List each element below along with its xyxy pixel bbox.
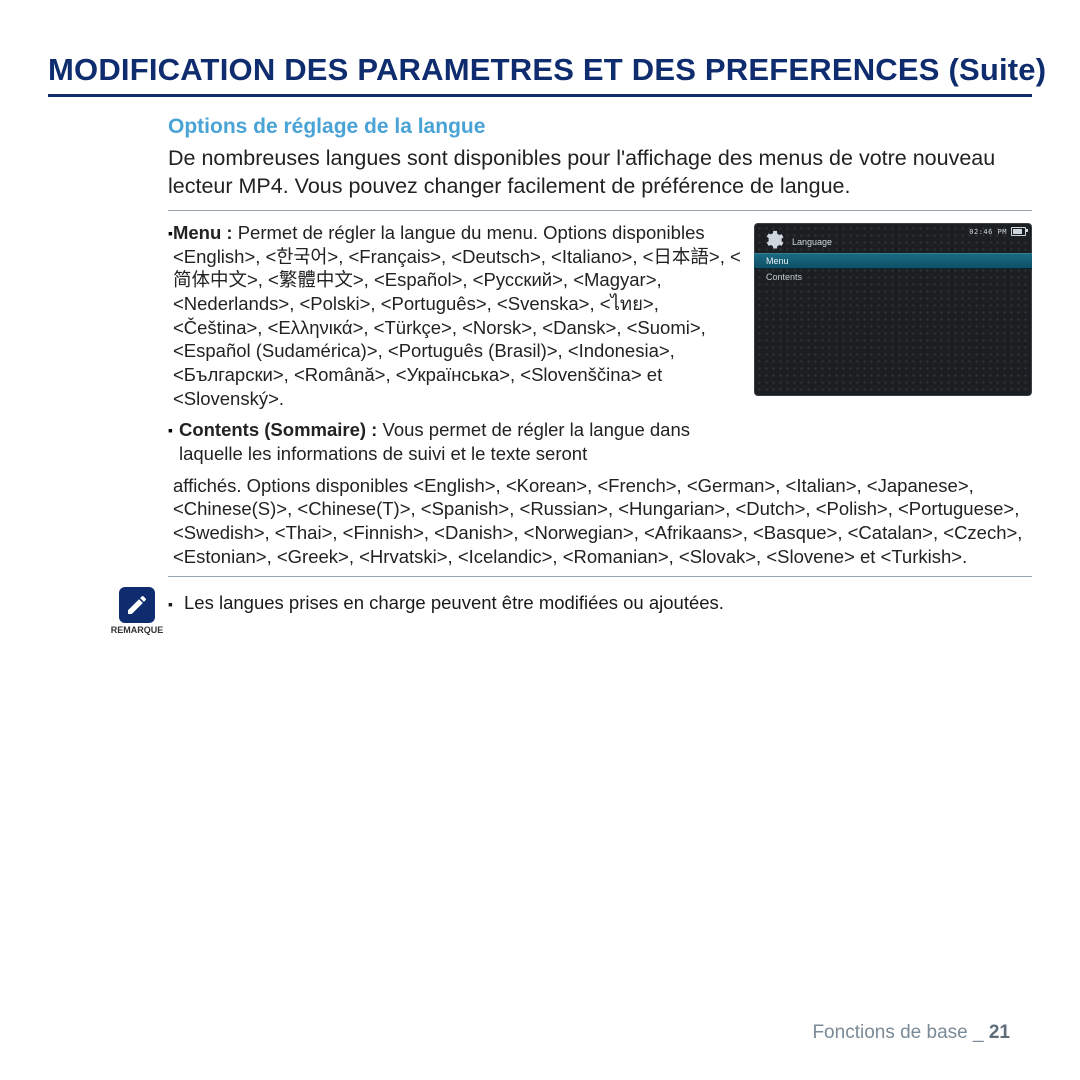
footer-section: Fonctions de base _ bbox=[812, 1022, 983, 1043]
note-icon bbox=[119, 587, 155, 623]
device-screenshot: 02:46 PM Language Menu Contents bbox=[754, 223, 1032, 396]
note-body: Les langues prises en charge peuvent êtr… bbox=[184, 592, 724, 613]
device-breadcrumb: Language bbox=[792, 237, 832, 247]
page-footer: Fonctions de base _ 21 bbox=[812, 1022, 1010, 1044]
bullet-contents-text: Contents (Sommaire) : Vous permet de rég… bbox=[179, 418, 742, 465]
bullet-contents-tail: affichés. Options disponibles <English>,… bbox=[173, 474, 1032, 569]
bullet-menu-body: Permet de régler la langue du menu. Opti… bbox=[173, 222, 741, 409]
footer-page-number: 21 bbox=[989, 1022, 1010, 1043]
bullet-menu-label: Menu : bbox=[173, 222, 233, 243]
bullet-menu: ▪ Menu : Permet de régler la langue du m… bbox=[168, 221, 742, 410]
page-title: MODIFICATION DES PARAMETRES ET DES PREFE… bbox=[48, 52, 1032, 88]
device-row-unselected: Contents bbox=[754, 269, 1032, 285]
bullet-menu-text: Menu : Permet de régler la langue du men… bbox=[173, 221, 742, 410]
note-label: REMARQUE bbox=[111, 625, 164, 635]
intro-paragraph: De nombreuses langues sont disponibles p… bbox=[168, 145, 1032, 200]
bullet-marker: ▪ bbox=[168, 591, 184, 613]
divider-bottom bbox=[168, 576, 1032, 577]
device-topbar: 02:46 PM bbox=[969, 227, 1026, 236]
bullet-contents-cont: ▪ affichés. Options disponibles <English… bbox=[168, 474, 1032, 569]
title-underline bbox=[48, 94, 1032, 97]
divider-top bbox=[168, 210, 1032, 211]
battery-icon bbox=[1011, 227, 1026, 236]
subheading: Options de réglage de la langue bbox=[168, 115, 1032, 139]
bullet-contents-label: Contents (Sommaire) : bbox=[179, 419, 377, 440]
gear-icon bbox=[762, 229, 784, 251]
device-row-selected: Menu bbox=[754, 253, 1032, 269]
note-text: ▪Les langues prises en charge peuvent êt… bbox=[168, 587, 724, 615]
bullet-contents: ▪ Contents (Sommaire) : Vous permet de r… bbox=[168, 418, 742, 465]
bullet-marker: ▪ bbox=[168, 418, 179, 438]
device-clock: 02:46 PM bbox=[969, 228, 1007, 236]
